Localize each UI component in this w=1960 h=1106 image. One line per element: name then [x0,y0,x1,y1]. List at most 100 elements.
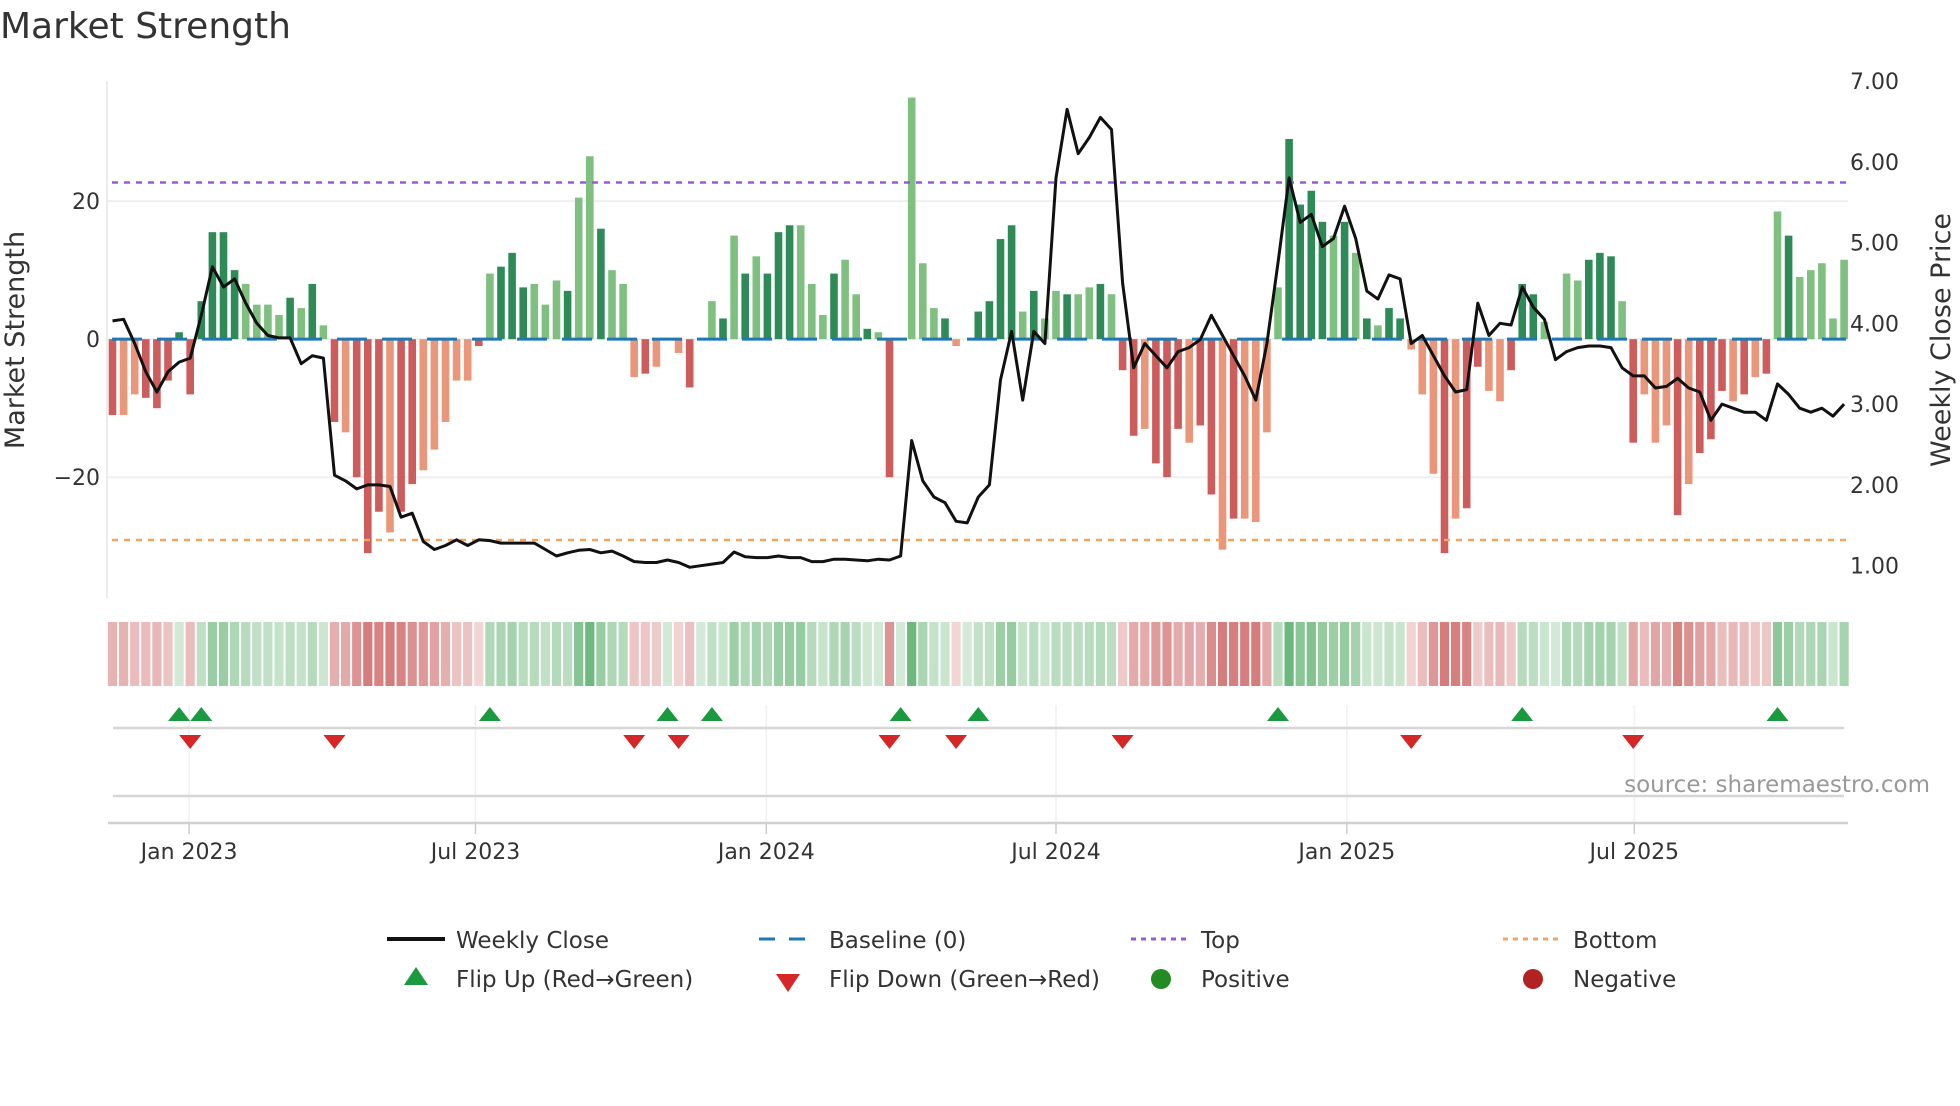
heat-cell [1040,622,1050,686]
strength-bar [452,339,461,381]
strength-bar [1585,259,1593,340]
heat-cell [1051,622,1061,686]
heat-cell [796,622,806,686]
heat-cell [1217,622,1228,686]
right-y-ticks: 7.00 6.00 5.00 4.00 3.00 2.00 1.00 [1850,70,1899,580]
strength-bar [1596,252,1604,340]
strength-bar [286,297,294,340]
heat-cell [540,622,550,686]
strength-bar [1640,339,1649,395]
y2-axis-title: Weekly Close Price [1926,213,1957,467]
strength-bar [1296,204,1304,340]
heat-cell [1650,622,1660,686]
heat-cell [762,622,772,686]
heat-cell [307,622,317,686]
flip-up-marker [967,707,990,721]
legend-negative: Negative [1573,967,1676,993]
strength-bar [1063,294,1071,340]
strength-bar [1562,273,1571,340]
heat-cell [163,622,173,686]
heat-cell [1118,622,1128,686]
heat-cell [318,622,328,686]
strength-bar [1096,283,1105,340]
strength-bar [941,318,949,340]
strength-bar [1751,339,1760,378]
flip-up-icon [404,967,428,985]
heat-cell [1273,622,1283,686]
strength-bar [708,301,716,340]
heat-cell [474,622,484,686]
heat-cell [1606,622,1616,686]
heat-cell [1328,622,1339,686]
heat-cell [1295,622,1305,686]
strength-bar [1673,339,1682,516]
strength-bar [974,311,983,340]
heat-cell [241,622,251,686]
heat-cell [1428,622,1438,686]
heat-cell [385,622,395,686]
heat-cell [1373,622,1383,686]
y2-tick-label: 4.00 [1850,312,1899,337]
heat-cell [1451,622,1461,686]
strength-bar [774,232,783,340]
heat-cell [1584,622,1594,686]
strength-bar [1418,339,1427,395]
heat-cell [1095,622,1105,686]
heat-cell [1761,622,1771,686]
strength-bar [308,283,317,340]
strength-bar [1740,339,1748,395]
strength-bar [241,283,250,340]
heat-cell [1595,622,1605,686]
heat-cell [1084,622,1094,686]
heat-cell [951,622,961,686]
heat-cell [518,622,528,686]
strength-bar [930,308,938,340]
strength-bar [1707,339,1715,440]
strength-bar [119,339,128,416]
heat-cell [973,622,983,686]
heat-cell [1384,622,1394,686]
strength-bar [1507,339,1515,371]
heat-cell [119,622,129,686]
flip-down-marker [623,735,646,749]
x-tick-label: Jul 2023 [429,840,521,865]
strength-bar [319,325,328,340]
strength-bar [1118,339,1127,371]
flip-down-icon [776,974,800,992]
heat-cell [1695,622,1705,686]
heat-cell [1528,622,1538,686]
strength-bar [907,97,916,340]
strength-bar [364,339,372,554]
market-strength-chart: Market Strength 20 0 −20 7.00 6.00 5.00 4.00 3… [0,6,1957,993]
strength-bar [830,273,838,340]
heat-cell [363,622,373,686]
heat-cell [230,622,240,686]
heat-cell [751,622,761,686]
strength-bar [597,228,605,340]
heat-cell [463,622,473,686]
heat-cell [773,622,784,686]
y2-tick-label: 5.00 [1850,232,1899,257]
strength-bar [1340,221,1349,340]
heat-cell [651,622,661,686]
y2-tick-label: 1.00 [1850,555,1899,580]
heat-cell [1173,622,1183,686]
flip-up-marker [168,707,191,721]
strength-bar [1396,318,1404,340]
strength-bar [108,339,117,416]
strength-bar [1807,270,1815,340]
strength-bar [574,197,583,340]
y-axis-title: Market Strength [0,231,31,449]
heat-cell [1806,622,1816,686]
strength-bar [1252,339,1260,523]
heat-cell [1106,622,1117,686]
strength-bar [641,339,650,374]
strength-bar [275,314,283,340]
strength-bar [1496,339,1504,402]
heat-cell [1839,622,1849,686]
heat-cell [1007,622,1017,686]
heat-cell [1717,622,1727,686]
strength-bar [1163,339,1171,478]
strength-bar [408,339,416,485]
flip-up-marker [1267,707,1289,721]
